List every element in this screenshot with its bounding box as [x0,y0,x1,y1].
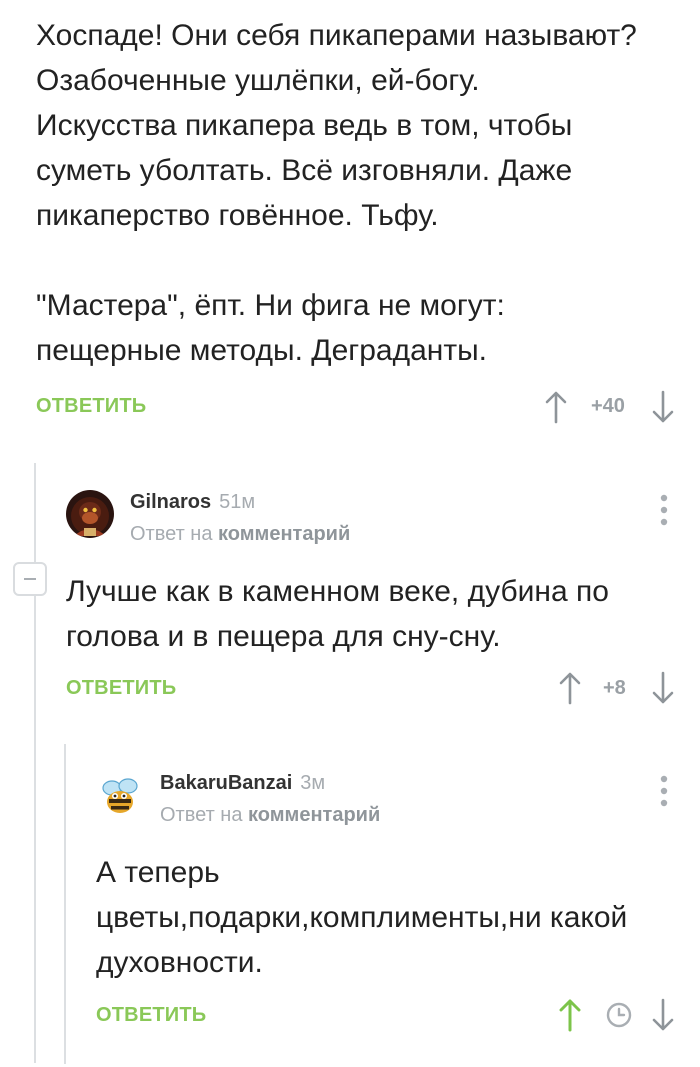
reply-to-target[interactable]: комментарий [248,804,380,826]
reply-button[interactable]: ОТВЕТИТЬ [66,677,176,700]
comment-text: А теперь цветы,подарки,комплименты,ни ка… [96,856,628,979]
reply-button[interactable]: ОТВЕТИТЬ [96,1004,206,1027]
comment-text: Лучше как в каменном веке, дубина по гол… [66,575,609,653]
more-options-icon[interactable] [654,774,674,813]
comment-text: Хоспаде! Они себя пикаперами называют? О… [36,19,637,367]
reply-to-link[interactable]: Ответ на комментарий [160,804,380,827]
upvote-arrow-icon[interactable] [558,671,582,710]
comment-score: +8 [603,677,626,699]
reply-to-prefix: Ответ на [130,523,213,545]
reply-to-target[interactable]: комментарий [218,523,350,545]
bee-avatar[interactable] [96,772,144,820]
reply-button[interactable]: ОТВЕТИТЬ [36,395,146,418]
comment-time: 51м [219,491,256,513]
more-options-icon[interactable] [654,493,674,532]
comment-time: 3м [300,772,326,794]
comment-header: Gilnaros 51м [130,491,255,514]
downvote-arrow-icon[interactable] [651,998,675,1037]
upvote-arrow-icon[interactable] [558,998,582,1037]
reply-to-prefix: Ответ на [160,804,243,826]
comment-score: +40 [591,395,625,417]
downvote-arrow-icon[interactable] [651,390,675,429]
author-name[interactable]: Gilnaros [130,491,211,513]
comment-header: BakaruBanzai 3м [160,772,325,795]
gorilla-avatar[interactable] [66,490,114,538]
reply-to-link[interactable]: Ответ на комментарий [130,523,350,546]
thread-line [64,744,66,1064]
collapse-thread-button[interactable] [13,562,47,596]
author-name[interactable]: BakaruBanzai [160,772,292,794]
thread-line [34,463,36,1063]
minus-icon [24,578,36,580]
upvote-arrow-icon[interactable] [544,390,568,429]
clock-icon [605,1001,633,1034]
downvote-arrow-icon[interactable] [651,671,675,710]
